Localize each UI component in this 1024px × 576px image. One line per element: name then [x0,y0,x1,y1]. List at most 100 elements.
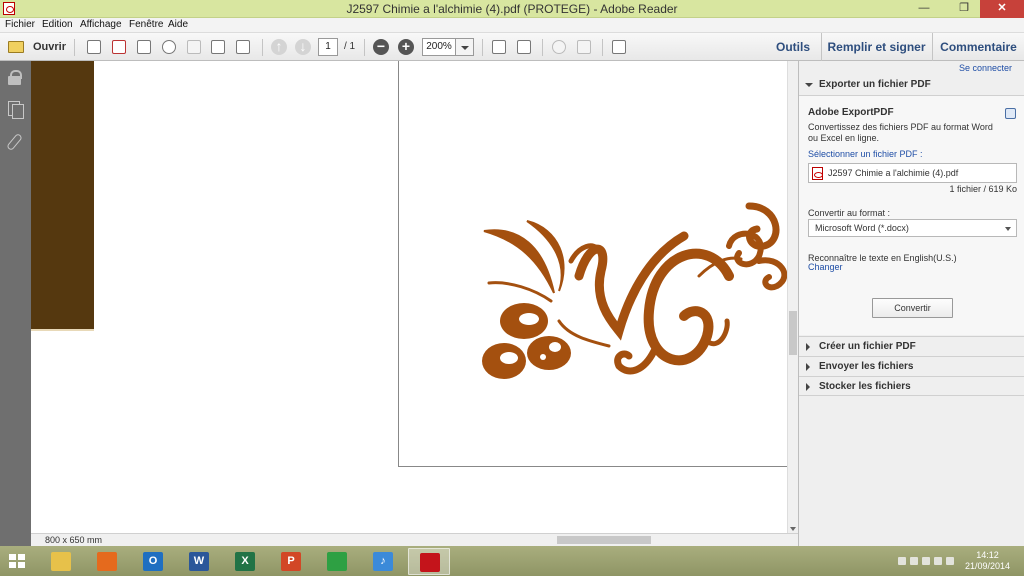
chevron-down-icon [1005,227,1011,231]
file-explorer-icon [51,552,71,571]
paperclip-icon[interactable] [7,133,23,149]
system-tray [898,555,958,567]
taskbar-excel[interactable]: X [224,548,266,575]
fullscreen-button[interactable] [609,37,629,57]
taskbar-word[interactable]: W [178,548,220,575]
section-store-files[interactable]: Stocker les fichiers [799,376,1024,396]
sign-in-link[interactable]: Se connecter [959,63,1012,73]
print-button[interactable] [208,37,228,57]
chevron-up-icon[interactable] [898,557,906,565]
scroll-down-icon[interactable] [790,527,796,531]
page-number-input[interactable]: 1 [318,38,338,56]
network-icon[interactable] [910,557,918,565]
store-icon [327,552,347,571]
highlight-button[interactable] [574,37,594,57]
menu-edition[interactable]: Edition [42,19,73,30]
toolbar: Ouvrir ↑ ↓ 1 / 1 − + 200% Outils Remplir… [0,32,1024,62]
cloud-upload-button[interactable] [159,37,179,57]
section-export-pdf[interactable]: Exporter un fichier PDF [799,75,1024,95]
create-pdf-button[interactable] [84,37,104,57]
taskbar: O W X P ♪ 14:12 21/09/2014 [0,546,1024,576]
vertical-scrollbar[interactable] [787,61,798,533]
convert-format-label: Convertir au format : [808,208,891,218]
close-button[interactable]: ✕ [980,0,1024,18]
menu-aide[interactable]: Aide [168,19,188,30]
clock[interactable]: 14:12 21/09/2014 [965,550,1010,572]
comment-button[interactable] [549,37,569,57]
menu-fichier[interactable]: Fichier [5,19,35,30]
format-select[interactable]: Microsoft Word (*.docx) [808,219,1017,237]
export-options-icon[interactable] [1005,108,1016,119]
envelope-icon [236,40,250,54]
taskbar-itunes[interactable]: ♪ [362,548,404,575]
menu-fenetre[interactable]: Fenêtre [129,19,163,30]
edit-button[interactable] [134,37,154,57]
arrow-up-icon: ↑ [271,39,287,55]
caret-right-icon [806,383,810,391]
word-icon: W [189,552,209,571]
next-page-button[interactable]: ↓ [293,37,313,57]
selected-file-name: J2597 Chimie a l'alchimie (4).pdf [828,168,959,178]
plus-icon: + [398,39,414,55]
toolbar-separator [602,39,603,56]
minus-icon: − [373,39,389,55]
toolbar-separator [364,39,365,56]
select-file-link[interactable]: Sélectionner un fichier PDF : [808,149,923,159]
flag-icon[interactable] [922,557,930,565]
caret-down-icon [805,83,813,87]
arrow-down-icon: ↓ [295,39,311,55]
fit-width-button[interactable] [514,37,534,57]
menu-affichage[interactable]: Affichage [80,19,122,30]
page-thumbnails-icon[interactable] [7,101,24,119]
export-pdf-button[interactable] [109,37,129,57]
format-value: Microsoft Word (*.docx) [815,223,909,233]
create-pdf-icon [87,40,101,54]
horizontal-scroll-thumb[interactable] [557,536,651,544]
power-icon[interactable] [934,557,942,565]
open-button[interactable]: Ouvrir [6,37,66,57]
taskbar-file-explorer[interactable] [40,548,82,575]
taskbar-outlook[interactable]: O [132,548,174,575]
tab-remplir-et-signer[interactable]: Remplir et signer [821,33,931,62]
volume-icon[interactable] [946,557,954,565]
convert-button[interactable]: Convertir [872,298,953,318]
export-title: Adobe ExportPDF [808,107,894,118]
lock-icon[interactable] [7,70,23,86]
navigation-rail [0,61,31,546]
vertical-scroll-thumb[interactable] [789,311,797,355]
selected-file-field[interactable]: J2597 Chimie a l'alchimie (4).pdf [808,163,1017,183]
taskbar-powerpoint[interactable]: P [270,548,312,575]
prev-page-button[interactable]: ↑ [269,37,289,57]
zoom-out-button[interactable]: − [371,37,391,57]
zoom-input[interactable]: 200% [422,38,456,56]
fit-page-icon [492,40,506,54]
taskbar-firefox[interactable] [86,548,128,575]
page-image-fragment [31,61,94,331]
restore-button[interactable]: ❐ [950,0,978,18]
vg-logo-image [482,202,788,379]
section-create-label: Créer un fichier PDF [819,341,916,352]
minimize-button[interactable]: — [910,0,938,18]
toolbar-separator [542,39,543,56]
caret-right-icon [806,343,810,351]
section-send-files[interactable]: Envoyer les fichiers [799,356,1024,376]
start-button[interactable] [9,554,26,569]
fit-page-button[interactable] [489,37,509,57]
document-view[interactable] [31,61,788,533]
tab-outils[interactable]: Outils [770,33,816,62]
save-icon [187,40,201,54]
taskbar-adobe-reader[interactable] [408,548,450,575]
section-create-pdf[interactable]: Créer un fichier PDF [799,336,1024,356]
clock-time: 14:12 [976,550,999,560]
toolbar-separator [74,39,75,56]
change-language-link[interactable]: Changer [808,262,843,272]
save-button[interactable] [184,37,204,57]
caret-right-icon [806,363,810,371]
tab-commentaire[interactable]: Commentaire [932,33,1024,62]
zoom-in-button[interactable]: + [396,37,416,57]
printer-icon [211,40,225,54]
taskbar-store[interactable] [316,548,358,575]
zoom-dropdown-button[interactable] [456,38,474,56]
page-size-readout: 800 x 650 mm [45,535,103,545]
email-button[interactable] [233,37,253,57]
